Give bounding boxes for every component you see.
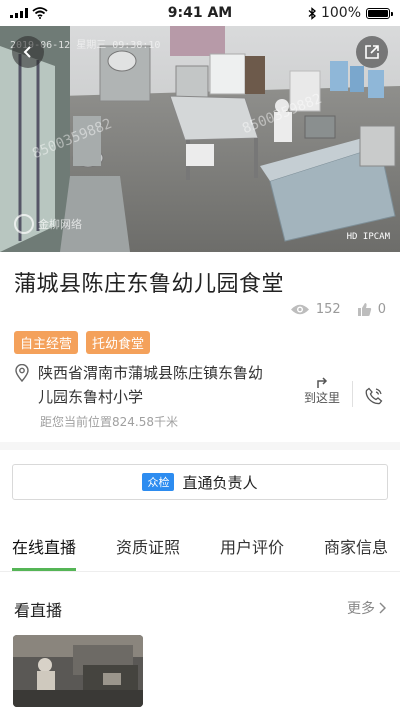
fullscreen-button[interactable] bbox=[356, 36, 388, 68]
signal-icon bbox=[10, 8, 28, 18]
view-count: 152 bbox=[315, 302, 341, 317]
more-label: 更多 bbox=[347, 601, 375, 617]
tag-self-operated: 自主经营 bbox=[14, 331, 79, 354]
turn-right-icon bbox=[317, 377, 328, 388]
contact-badge: 众检 bbox=[142, 473, 175, 491]
watermark-logo: 金柳网络 bbox=[14, 214, 82, 234]
contact-label: 直通负责人 bbox=[182, 473, 258, 492]
wifi-icon bbox=[32, 7, 48, 19]
more-link[interactable]: 更多 bbox=[347, 598, 386, 618]
battery-icon bbox=[366, 7, 393, 19]
tag-childcare-canteen: 托幼食堂 bbox=[86, 331, 151, 354]
tab-bar: 在线直播 资质证照 用户评价 商家信息 bbox=[0, 524, 400, 572]
tab-licenses[interactable]: 资质证照 bbox=[116, 524, 180, 571]
location-pin-icon bbox=[15, 364, 29, 382]
status-bar: 9:41 AM 100% bbox=[0, 0, 400, 26]
section-divider bbox=[0, 442, 400, 450]
tab-reviews[interactable]: 用户评价 bbox=[220, 524, 284, 571]
call-button[interactable] bbox=[353, 361, 383, 409]
back-button[interactable] bbox=[12, 36, 44, 68]
navigate-button[interactable]: 到这里 bbox=[292, 361, 352, 409]
tab-merchant-info[interactable]: 商家信息 bbox=[324, 524, 388, 571]
store-tags: 自主经营 托幼食堂 bbox=[14, 331, 151, 354]
bluetooth-icon bbox=[308, 6, 316, 20]
watermark-brand: 金柳网络 bbox=[38, 218, 82, 231]
navigate-label: 到这里 bbox=[303, 391, 340, 405]
like-count: 0 bbox=[377, 302, 386, 317]
battery-percent: 100% bbox=[320, 5, 361, 21]
live-stream-thumbnail[interactable] bbox=[13, 635, 143, 707]
expand-icon bbox=[365, 45, 379, 59]
contact-manager-button[interactable]: 众检 直通负责人 bbox=[12, 464, 388, 500]
kitchen-thumbnail-image bbox=[13, 635, 143, 707]
camera-device-tag: HD IPCAM bbox=[346, 232, 390, 242]
store-stats: 152 0 bbox=[290, 302, 386, 317]
status-time: 9:41 AM bbox=[167, 5, 233, 21]
live-section-title: 看直播 bbox=[14, 601, 63, 620]
watermark-logo-icon bbox=[14, 214, 34, 234]
store-title: 蒲城县陈庄东鲁幼儿园食堂 bbox=[14, 272, 285, 297]
thumbs-up-icon[interactable] bbox=[357, 302, 372, 317]
address-row: 陕西省渭南市蒲城县陈庄镇东鲁幼儿园东鲁村小学 到这里 bbox=[14, 361, 386, 409]
live-camera-feed[interactable]: 2019-06-12 星期三 09:38:10 8500359882 85003… bbox=[0, 26, 400, 252]
chevron-left-icon bbox=[23, 46, 31, 58]
distance-text: 距您当前位置824.58千米 bbox=[40, 415, 178, 429]
phone-icon bbox=[365, 387, 383, 405]
eye-icon bbox=[290, 304, 309, 315]
chevron-right-icon bbox=[379, 602, 386, 614]
tab-live[interactable]: 在线直播 bbox=[12, 524, 77, 571]
store-address: 陕西省渭南市蒲城县陈庄镇东鲁幼儿园东鲁村小学 bbox=[38, 364, 264, 406]
